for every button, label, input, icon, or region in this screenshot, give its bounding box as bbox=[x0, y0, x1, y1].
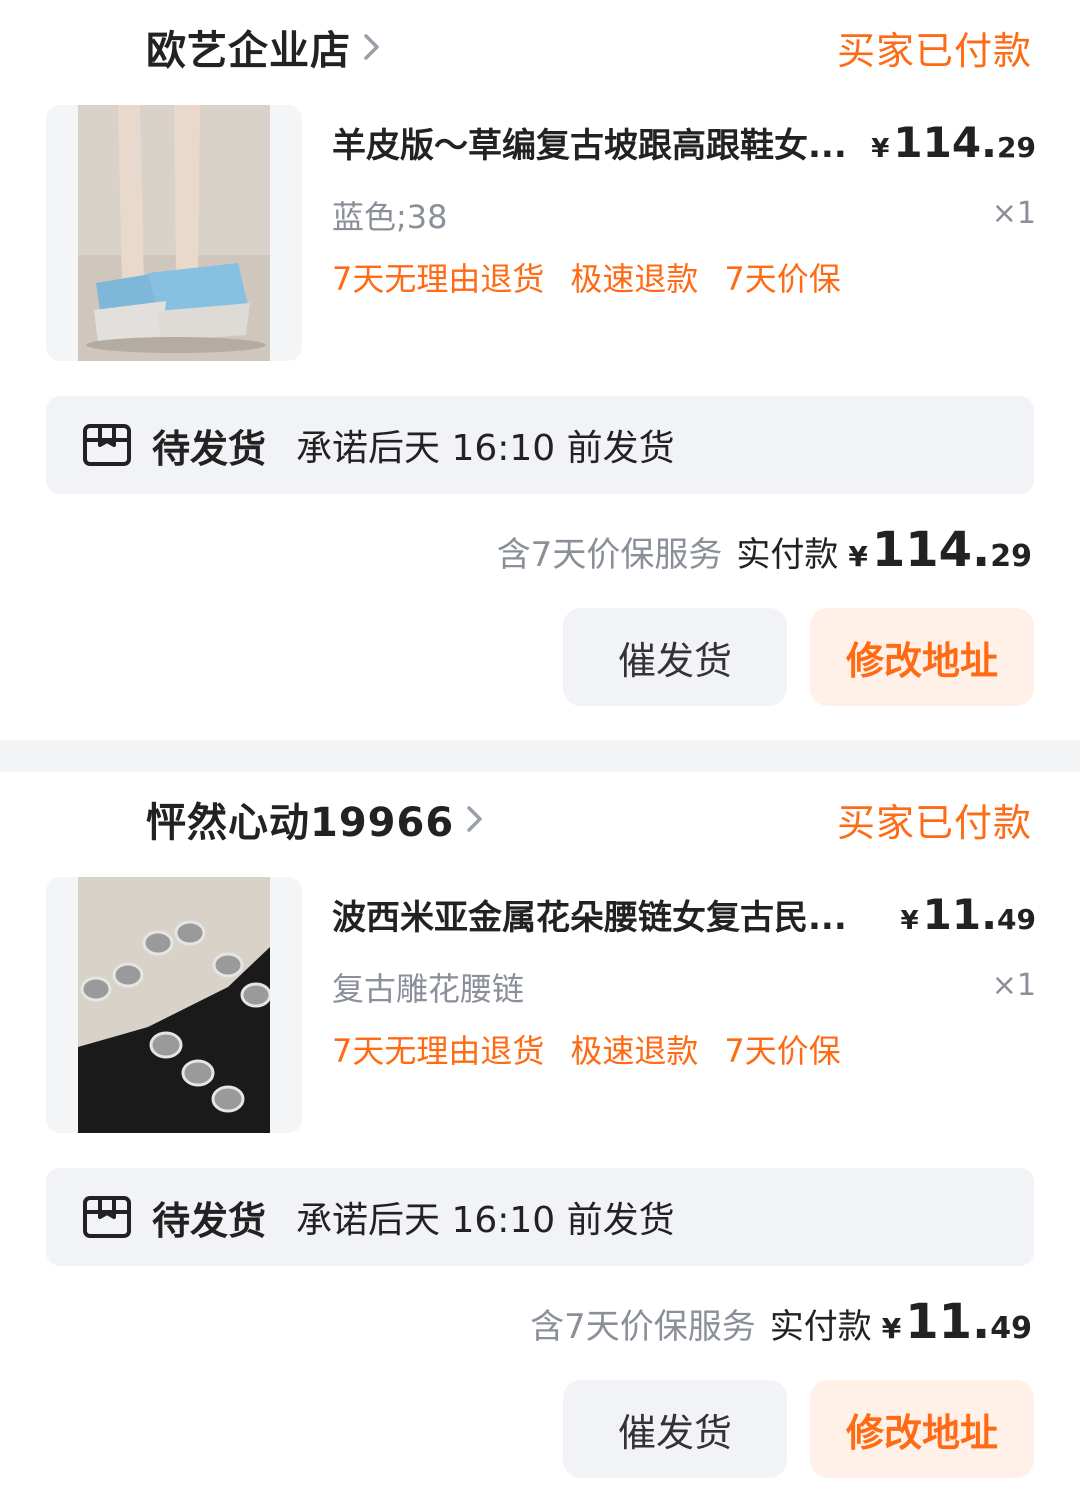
change-address-button[interactable]: 修改地址 bbox=[810, 608, 1034, 706]
paid-amount-decimal: 29 bbox=[990, 539, 1032, 574]
sandal-photo bbox=[78, 105, 270, 361]
chevron-right-icon bbox=[364, 34, 379, 60]
shipping-status-bar[interactable]: 待发货 承诺后天 16:10 前发货 bbox=[46, 396, 1034, 494]
paid-amount-integer: 114. bbox=[871, 522, 991, 578]
shipping-promise: 承诺后天 16:10 前发货 bbox=[296, 1200, 675, 1241]
waist-chain-photo bbox=[78, 877, 270, 1133]
urge-shipping-button[interactable]: 催发货 bbox=[563, 1380, 787, 1478]
shop-link[interactable]: 怦然心动19966 bbox=[146, 794, 486, 846]
product-price: ¥ 11. 49 bbox=[901, 890, 1036, 939]
order-card: 欧艺企业店 买家已付款 羊皮版～草编复古坡跟高跟鞋女... ¥ 114. 29 … bbox=[0, 0, 1080, 740]
product-quantity: ×1 bbox=[991, 968, 1036, 1003]
service-note: 含7天价保服务 bbox=[496, 535, 723, 575]
order-status: 买家已付款 bbox=[836, 29, 1032, 73]
package-box-icon bbox=[83, 424, 131, 466]
tag-return: 7天无理由退货 bbox=[332, 1032, 545, 1070]
shipping-status: 待发货 bbox=[152, 1198, 267, 1243]
tag-price-protect: 7天价保 bbox=[724, 260, 841, 298]
change-address-button[interactable]: 修改地址 bbox=[810, 1380, 1034, 1478]
payment-summary: 含7天价保服务 实付款 ¥ 114. 29 bbox=[497, 522, 1032, 578]
tag-return: 7天无理由退货 bbox=[332, 260, 545, 298]
product-price: ¥ 114. 29 bbox=[871, 118, 1036, 167]
shop-name: 欧艺企业店 bbox=[146, 28, 351, 74]
package-box-icon bbox=[83, 1196, 131, 1238]
price-currency: ¥ bbox=[871, 134, 890, 164]
order-divider bbox=[0, 740, 1080, 772]
price-currency: ¥ bbox=[900, 906, 919, 936]
service-note: 含7天价保服务 bbox=[530, 1307, 756, 1347]
chevron-right-icon bbox=[467, 806, 482, 832]
tag-refund: 极速退款 bbox=[570, 1032, 699, 1070]
order-status: 买家已付款 bbox=[836, 801, 1032, 845]
tag-refund: 极速退款 bbox=[570, 260, 699, 298]
product-title[interactable]: 羊皮版～草编复古坡跟高跟鞋女... bbox=[332, 118, 892, 167]
price-decimal: 29 bbox=[997, 131, 1036, 164]
product-sku: 复古雕花腰链 bbox=[332, 970, 525, 1008]
price-decimal: 49 bbox=[997, 903, 1036, 936]
shipping-status-bar[interactable]: 待发货 承诺后天 16:10 前发货 bbox=[46, 1168, 1034, 1266]
product-image bbox=[78, 105, 270, 361]
paid-currency: ¥ bbox=[881, 1312, 902, 1345]
product-title[interactable]: 波西米亚金属花朵腰链女复古民... bbox=[332, 890, 892, 939]
service-tags: 7天无理由退货 极速退款 7天价保 bbox=[332, 1026, 841, 1072]
service-tags: 7天无理由退货 极速退款 7天价保 bbox=[332, 254, 841, 300]
price-integer: 11. bbox=[922, 890, 998, 939]
tag-price-protect: 7天价保 bbox=[724, 1032, 841, 1070]
order-card: 怦然心动19966 买家已付款 波西米亚金属花朵腰链女复古民... ¥ 11. … bbox=[0, 772, 1080, 1512]
shipping-status: 待发货 bbox=[152, 426, 267, 471]
paid-currency: ¥ bbox=[848, 540, 868, 573]
payment-summary: 含7天价保服务 实付款 ¥ 11. 49 bbox=[530, 1294, 1032, 1350]
shop-link[interactable]: 欧艺企业店 bbox=[146, 22, 383, 74]
shop-name: 怦然心动19966 bbox=[146, 800, 455, 846]
price-integer: 114. bbox=[893, 118, 998, 167]
product-sku: 蓝色;38 bbox=[332, 198, 448, 236]
paid-amount-decimal: 49 bbox=[990, 1311, 1032, 1346]
product-image bbox=[78, 877, 270, 1133]
product-thumbnail[interactable] bbox=[46, 877, 302, 1133]
shipping-promise: 承诺后天 16:10 前发货 bbox=[296, 428, 675, 469]
product-thumbnail[interactable] bbox=[46, 105, 302, 361]
paid-label: 实付款 bbox=[736, 535, 839, 575]
paid-amount-integer: 11. bbox=[905, 1294, 991, 1350]
urge-shipping-button[interactable]: 催发货 bbox=[563, 608, 787, 706]
product-quantity: ×1 bbox=[991, 196, 1036, 231]
paid-label: 实付款 bbox=[769, 1307, 872, 1347]
